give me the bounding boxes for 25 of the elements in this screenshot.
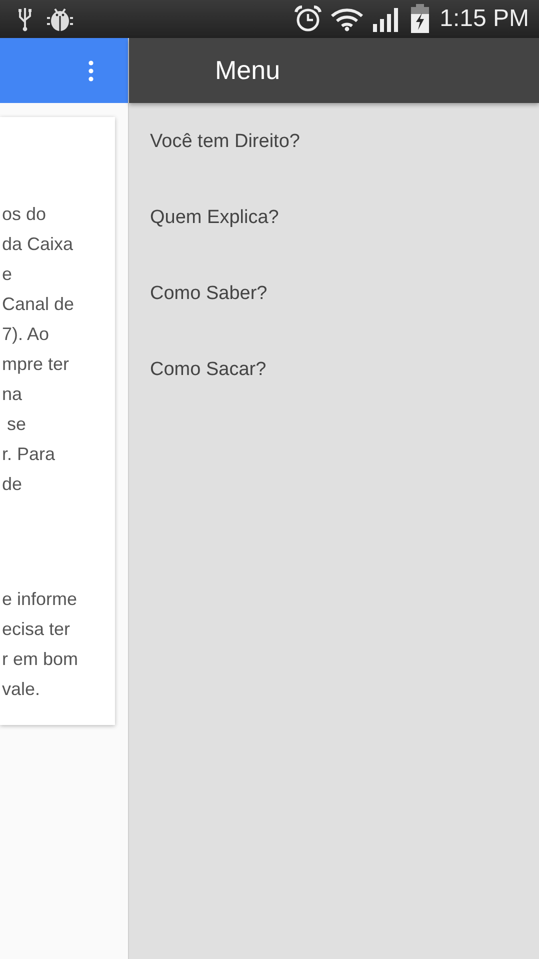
text-line: r. Para [2,443,56,466]
menu-item[interactable]: Você tem Direito? [150,129,539,155]
bug-icon [46,6,74,32]
text-line: de [2,473,24,496]
drawer-title: Menu [215,55,280,86]
menu-item[interactable]: Como Sacar? [150,357,539,383]
clock-time: 1:15 PM [440,5,529,33]
menu-item[interactable]: Quem Explica? [150,205,539,231]
text-line: da Caixa [2,233,74,256]
text-line: mpre ter [2,353,70,376]
text-line: ecisa ter [2,618,72,641]
text-line: e informe [2,588,78,611]
text-line: na [2,383,24,406]
menu-item[interactable]: Como Saber? [150,281,539,307]
alarm-icon [294,5,322,33]
wifi-icon [330,6,364,32]
usb-icon [18,6,32,32]
text-line: vale. [2,678,42,701]
battery-charging-icon [410,4,430,34]
text-line: Canal de [2,293,76,316]
text-line: os do [2,203,48,226]
text-line: r em bom [2,648,80,671]
text-line: 7). Ao [2,323,50,346]
text-line: se [6,413,28,436]
text-line: e [2,263,14,286]
